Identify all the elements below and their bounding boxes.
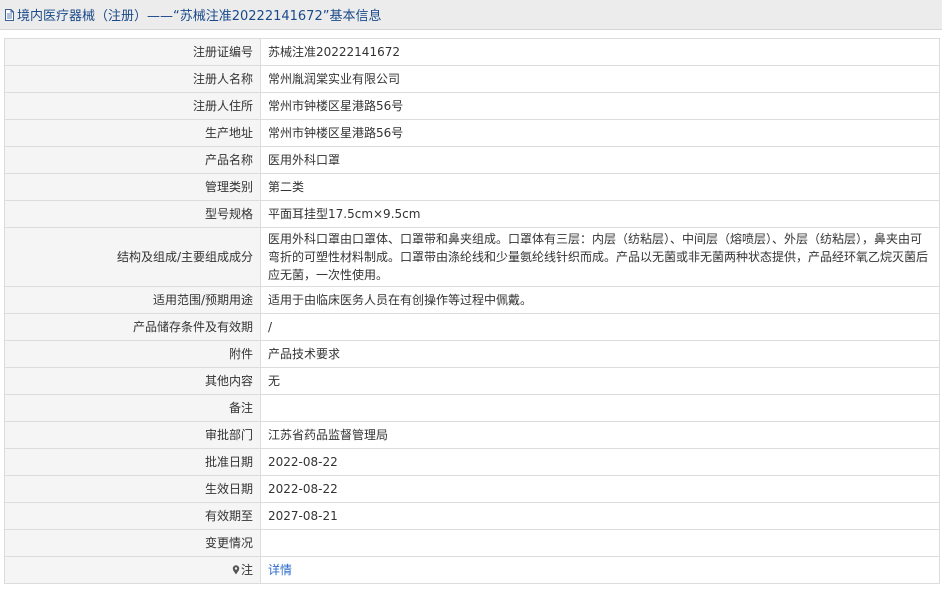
- row-label: 型号规格: [4, 200, 261, 228]
- row-value: 江苏省药品监督管理局: [260, 421, 940, 449]
- table-row: 其他内容 无: [4, 367, 940, 395]
- table-row: 结构及组成/主要组成成分 医用外科口罩由口罩体、口罩带和鼻夹组成。口罩体有三层：…: [4, 227, 940, 287]
- row-label: 审批部门: [4, 421, 261, 449]
- table-row: 产品储存条件及有效期 /: [4, 313, 940, 341]
- row-label: 注册证编号: [4, 38, 261, 66]
- row-label: 其他内容: [4, 367, 261, 395]
- row-value: 2022-08-22: [260, 475, 940, 503]
- row-label: 生产地址: [4, 119, 261, 147]
- row-label: 管理类别: [4, 173, 261, 201]
- row-label: 批准日期: [4, 448, 261, 476]
- row-value: [260, 394, 940, 422]
- table-row: 批准日期 2022-08-22: [4, 448, 940, 476]
- row-value: 医用外科口罩由口罩体、口罩带和鼻夹组成。口罩体有三层：内层（纺粘层）、中间层（熔…: [260, 227, 940, 287]
- table-row: 型号规格 平面耳挂型17.5cm×9.5cm: [4, 200, 940, 228]
- row-value: 无: [260, 367, 940, 395]
- note-label-cell: 注: [4, 556, 261, 584]
- row-label: 产品储存条件及有效期: [4, 313, 261, 341]
- row-label: 注册人名称: [4, 65, 261, 93]
- document-icon: [5, 8, 14, 21]
- row-value: 2027-08-21: [260, 502, 940, 530]
- row-value: 第二类: [260, 173, 940, 201]
- info-table: 注册证编号 苏械注准20222141672 注册人名称 常州胤润棠实业有限公司 …: [4, 38, 940, 584]
- table-row: 备注: [4, 394, 940, 422]
- table-row: 适用范围/预期用途 适用于由临床医务人员在有创操作等过程中佩戴。: [4, 286, 940, 314]
- table-row: 生效日期 2022-08-22: [4, 475, 940, 503]
- row-label: 附件: [4, 340, 261, 368]
- table-row: 管理类别 第二类: [4, 173, 940, 201]
- row-value: 平面耳挂型17.5cm×9.5cm: [260, 200, 940, 228]
- page-title: 境内医疗器械（注册）——“苏械注准20222141672”基本信息: [17, 9, 382, 24]
- row-value: 常州胤润棠实业有限公司: [260, 65, 940, 93]
- row-label: 结构及组成/主要组成成分: [4, 227, 261, 287]
- table-row: 注册人名称 常州胤润棠实业有限公司: [4, 65, 940, 93]
- note-label: 注: [240, 563, 253, 577]
- table-row: 注册人住所 常州市钟楼区星港路56号: [4, 92, 940, 120]
- note-row: 注 详情: [4, 556, 940, 584]
- note-value-cell: 详情: [260, 556, 940, 584]
- row-label: 生效日期: [4, 475, 261, 503]
- map-pin-icon: [232, 565, 240, 575]
- row-label: 有效期至: [4, 502, 261, 530]
- row-value: 医用外科口罩: [260, 146, 940, 174]
- page-header: 境内医疗器械（注册）——“苏械注准20222141672”基本信息: [0, 0, 942, 30]
- table-row: 有效期至 2027-08-21: [4, 502, 940, 530]
- table-row: 变更情况: [4, 529, 940, 557]
- row-label: 变更情况: [4, 529, 261, 557]
- details-link[interactable]: 详情: [268, 563, 292, 577]
- row-value: /: [260, 313, 940, 341]
- row-value: 2022-08-22: [260, 448, 940, 476]
- row-value: 适用于由临床医务人员在有创操作等过程中佩戴。: [260, 286, 940, 314]
- row-label: 注册人住所: [4, 92, 261, 120]
- row-label: 备注: [4, 394, 261, 422]
- table-row: 注册证编号 苏械注准20222141672: [4, 38, 940, 66]
- table-row: 审批部门 江苏省药品监督管理局: [4, 421, 940, 449]
- table-row: 附件 产品技术要求: [4, 340, 940, 368]
- row-value: 常州市钟楼区星港路56号: [260, 92, 940, 120]
- row-value: 苏械注准20222141672: [260, 38, 940, 66]
- table-row: 产品名称 医用外科口罩: [4, 146, 940, 174]
- row-label: 产品名称: [4, 146, 261, 174]
- row-value: 常州市钟楼区星港路56号: [260, 119, 940, 147]
- table-row: 生产地址 常州市钟楼区星港路56号: [4, 119, 940, 147]
- row-label: 适用范围/预期用途: [4, 286, 261, 314]
- row-value: [260, 529, 940, 557]
- row-value: 产品技术要求: [260, 340, 940, 368]
